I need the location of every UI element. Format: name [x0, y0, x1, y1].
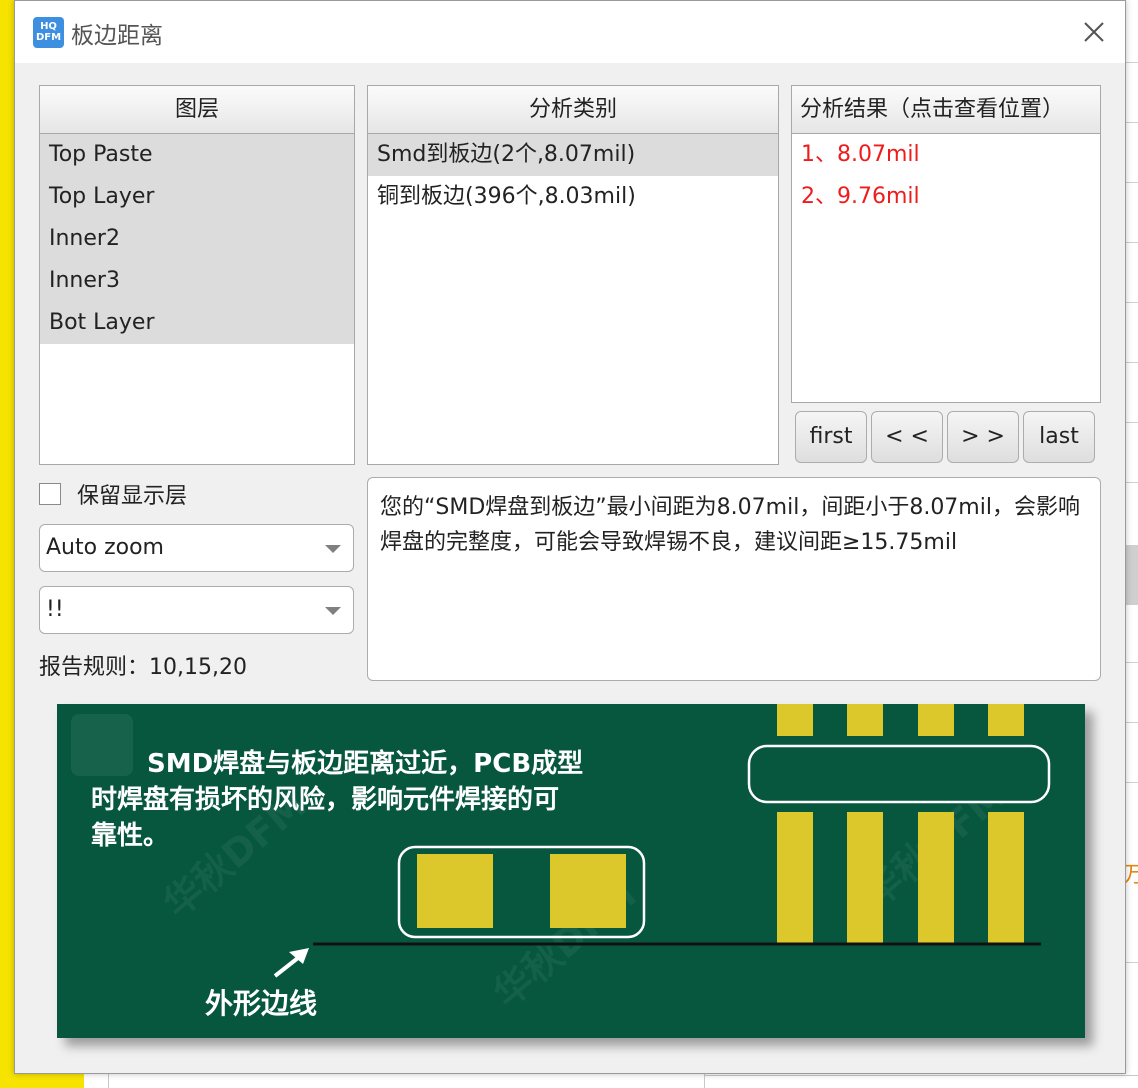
analysis-category-panel: 分析类别 Smd到板边(2个,8.07mil) 铜到板边(396个,8.03mi…	[367, 85, 779, 465]
finger-pad	[847, 704, 883, 736]
chevron-down-icon	[325, 607, 341, 615]
smd-pad	[550, 854, 626, 928]
finger-pad	[918, 812, 954, 944]
illustration-line-2: 时焊盘有损坏的风险，影响元件焊接的可	[91, 785, 560, 815]
category-header: 分析类别	[368, 86, 778, 134]
finger-pad	[777, 704, 813, 736]
result-item[interactable]: 2、9.76mil	[792, 176, 1100, 218]
finger-pad	[847, 812, 883, 944]
layer-item-top-paste[interactable]: Top Paste	[40, 134, 354, 176]
layer-item-bot-layer[interactable]: Bot Layer	[40, 302, 354, 344]
smd-pad	[417, 854, 493, 928]
category-item-copper[interactable]: 铜到板边(396个,8.03mil)	[368, 176, 778, 218]
last-button[interactable]: last	[1023, 411, 1095, 463]
finger-pad	[918, 704, 954, 736]
layer-item-inner3[interactable]: Inner3	[40, 260, 354, 302]
filter-select-value: !!	[46, 597, 64, 622]
description-text: 您的“SMD焊盘到板边”最小间距为8.07mil，间距小于8.07mil，会影响…	[367, 477, 1101, 681]
close-button[interactable]	[1075, 13, 1113, 51]
layer-item-inner2[interactable]: Inner2	[40, 218, 354, 260]
category-item-smd[interactable]: Smd到板边(2个,8.07mil)	[368, 134, 778, 176]
keep-layer-checkbox[interactable]	[39, 483, 61, 505]
illustration-line-3: 靠性。	[91, 821, 170, 851]
zoom-select-value: Auto zoom	[46, 535, 164, 560]
close-icon	[1084, 22, 1104, 42]
layer-item-top-layer[interactable]: Top Layer	[40, 176, 354, 218]
keep-layer-label: 保留显示层	[77, 484, 188, 509]
report-rule-text: 报告规则：10,15,20	[39, 655, 247, 680]
chevron-down-icon	[325, 545, 341, 553]
finger-pad	[988, 704, 1024, 736]
layers-panel: 图层 Top Paste Top Layer Inner2 Inner3 Bot…	[39, 85, 355, 465]
first-button[interactable]: first	[795, 411, 867, 463]
connector-outline	[747, 744, 1051, 804]
zoom-select[interactable]: Auto zoom	[39, 524, 354, 572]
board-outline-label: 外形边线	[205, 987, 318, 1020]
board-edge-distance-dialog: HQ DFM 板边距离 图层 Top Paste Top Layer Inner…	[14, 0, 1126, 1074]
analysis-results-panel: 分析结果（点击查看位置） 1、8.07mil 2、9.76mil	[791, 85, 1101, 403]
finger-pad	[988, 812, 1024, 944]
app-logo-icon: HQ DFM	[33, 17, 64, 48]
next-button[interactable]: > >	[947, 411, 1019, 463]
finger-pad	[777, 812, 813, 944]
layers-header: 图层	[40, 86, 354, 134]
result-item[interactable]: 1、8.07mil	[792, 134, 1100, 176]
illustration-panel: 华秋DFM 华秋DFM 华秋DFM	[57, 704, 1085, 1038]
results-header: 分析结果（点击查看位置）	[792, 86, 1100, 134]
illustration-line-1: SMD焊盘与板边距离过近，PCB成型	[147, 749, 584, 779]
illustration-description: SMD焊盘与板边距离过近，PCB成型 时焊盘有损坏的风险，影响元件焊接的可 靠性…	[91, 746, 651, 854]
window-title: 板边距离	[71, 23, 163, 49]
title-bar: HQ DFM 板边距离	[15, 1, 1125, 63]
filter-select[interactable]: !!	[39, 586, 354, 634]
previous-button[interactable]: < <	[871, 411, 943, 463]
